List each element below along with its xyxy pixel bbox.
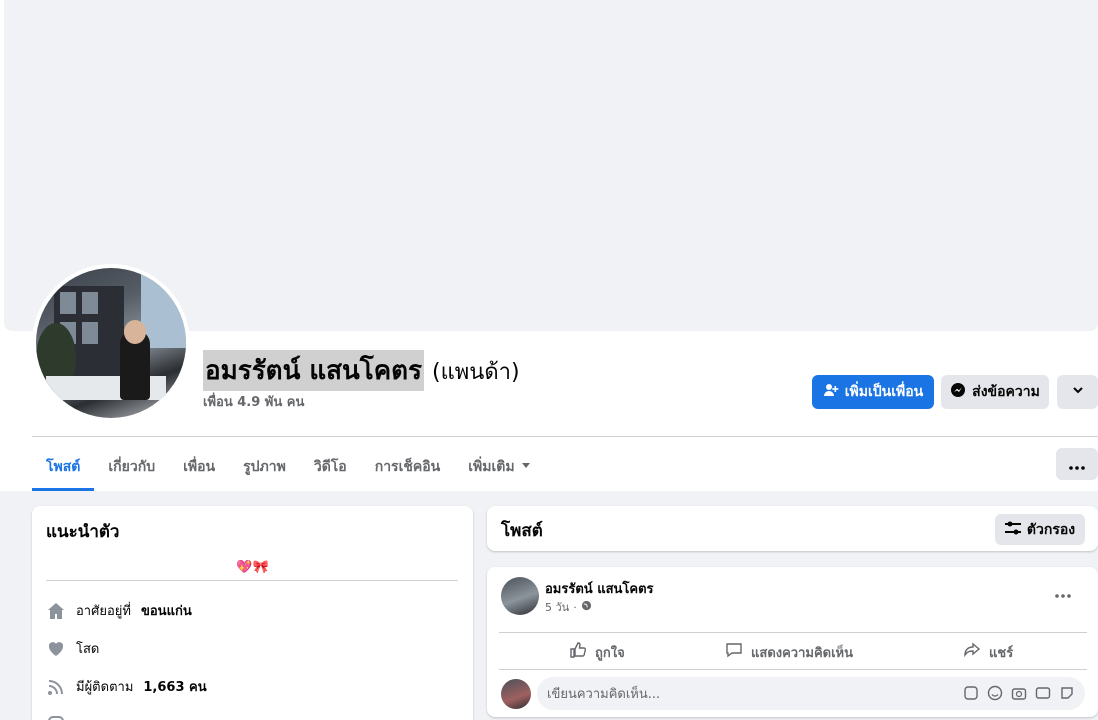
header-divider bbox=[32, 436, 1098, 437]
profile-name-row: อมรรัตน์ แสนโคตร (แพนด้า) bbox=[203, 350, 520, 391]
comment-button[interactable]: แสดงความคิดเห็น bbox=[725, 641, 853, 663]
info-followers: มีผู้ติดตาม 1,663 คน bbox=[46, 676, 207, 697]
chevron-down-icon bbox=[1071, 383, 1085, 401]
post-divider-bottom bbox=[499, 669, 1087, 670]
tab-posts[interactable]: โพสต์ bbox=[32, 448, 95, 491]
profile-alt-name: (แพนด้า) bbox=[432, 360, 520, 385]
more-actions-button[interactable] bbox=[1057, 375, 1098, 409]
home-icon bbox=[46, 601, 66, 621]
filter-button[interactable]: ตัวกรอง bbox=[995, 514, 1085, 545]
profile-tabs: โพสต์ เกี่ยวกับ เพื่อน รูปภาพ วิดีโอ การ… bbox=[32, 448, 545, 491]
commenter-avatar[interactable] bbox=[501, 679, 531, 709]
info-lives-in: อาศัยอยู่ที่ ขอนแก่น bbox=[46, 600, 192, 621]
posts-title: โพสต์ bbox=[501, 521, 543, 541]
post-time[interactable]: 5 วัน bbox=[545, 598, 569, 616]
comment-icon bbox=[725, 641, 743, 663]
tab-photos[interactable]: รูปภาพ bbox=[229, 448, 300, 491]
intro-divider bbox=[46, 580, 458, 581]
profile-header: อมรรัตน์ แสนโคตร (แพนด้า) เพื่อน 4.9 พัน… bbox=[0, 0, 1098, 491]
tab-videos[interactable]: วิดีโอ bbox=[300, 448, 361, 491]
tab-checkins[interactable]: การเช็คอิน bbox=[361, 448, 455, 491]
avatar-sticker-icon[interactable] bbox=[963, 685, 979, 705]
message-label: ส่งข้อความ bbox=[972, 384, 1040, 400]
profile-picture[interactable] bbox=[32, 264, 190, 422]
info-instagram bbox=[46, 714, 66, 720]
comment-tools bbox=[963, 685, 1075, 705]
info-relationship: โสด bbox=[46, 638, 99, 659]
intro-card: แนะนำตัว 💖🎀 อาศัยอยู่ที่ ขอนแก่น โสด มีผ… bbox=[32, 506, 473, 720]
tab-more[interactable]: เพิ่มเติม bbox=[454, 448, 544, 491]
share-icon bbox=[963, 641, 981, 663]
caret-down-icon bbox=[521, 456, 531, 476]
sticker-icon[interactable] bbox=[1059, 685, 1075, 705]
add-friend-label: เพิ่มเป็นเพื่อน bbox=[844, 384, 924, 400]
heart-icon bbox=[46, 639, 66, 659]
post-author-avatar[interactable] bbox=[501, 577, 539, 615]
like-button[interactable]: ถูกใจ bbox=[569, 641, 625, 663]
followers-count-link[interactable]: 1,663 คน bbox=[143, 676, 206, 697]
gif-icon[interactable] bbox=[1035, 685, 1051, 705]
rss-icon bbox=[46, 677, 66, 697]
filter-icon bbox=[1004, 521, 1021, 539]
tab-about[interactable]: เกี่ยวกับ bbox=[94, 448, 169, 491]
thumbs-up-icon bbox=[569, 641, 587, 663]
tab-friends[interactable]: เพื่อน bbox=[169, 448, 229, 491]
globe-icon bbox=[581, 600, 592, 614]
comment-input[interactable]: เขียนความคิดเห็น... bbox=[537, 677, 1085, 710]
post-options-button[interactable] bbox=[1055, 583, 1071, 602]
more-dots-icon bbox=[1055, 583, 1071, 602]
post-meta: 5 วัน · bbox=[545, 598, 592, 616]
tabs-overflow-button[interactable] bbox=[1056, 448, 1098, 480]
intro-bio: 💖🎀 bbox=[236, 560, 269, 575]
profile-name: อมรรัตน์ แสนโคตร bbox=[203, 350, 425, 391]
share-button[interactable]: แชร์ bbox=[963, 641, 1013, 663]
post-author-name[interactable]: อมรรัตน์ แสนโคตร bbox=[545, 578, 654, 599]
intro-title: แนะนำตัว bbox=[46, 522, 120, 542]
camera-icon[interactable] bbox=[1011, 685, 1027, 705]
comment-placeholder: เขียนความคิดเห็น... bbox=[547, 687, 661, 702]
city-link[interactable]: ขอนแก่น bbox=[141, 600, 192, 621]
emoji-icon[interactable] bbox=[987, 685, 1003, 705]
instagram-icon bbox=[46, 714, 66, 720]
add-friend-icon bbox=[823, 382, 839, 402]
posts-header-card: โพสต์ ตัวกรอง bbox=[487, 506, 1098, 551]
messenger-icon bbox=[950, 382, 966, 402]
more-dots-icon bbox=[1069, 455, 1085, 474]
friends-count[interactable]: เพื่อน 4.9 พัน คน bbox=[203, 391, 304, 412]
post-divider-top bbox=[499, 632, 1087, 633]
filter-label: ตัวกรอง bbox=[1026, 521, 1076, 538]
add-friend-button[interactable]: เพิ่มเป็นเพื่อน bbox=[812, 375, 934, 409]
profile-photo-image bbox=[36, 268, 186, 418]
post-card: อมรรัตน์ แสนโคตร 5 วัน · ถูกใจ แสดงความค… bbox=[487, 567, 1098, 717]
message-button[interactable]: ส่งข้อความ bbox=[941, 375, 1049, 409]
